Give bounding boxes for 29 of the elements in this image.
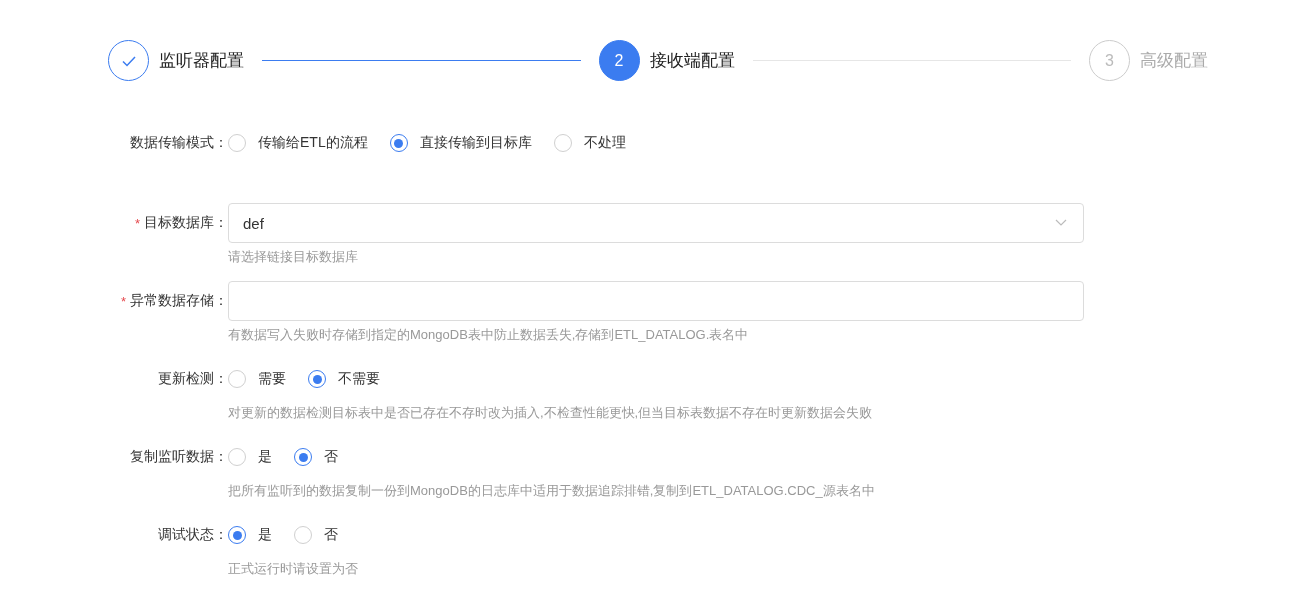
field-label: 复制监听数据： xyxy=(130,448,228,466)
radio-option[interactable]: 直接传输到目标库 xyxy=(389,134,532,152)
radio-option[interactable]: 需要 xyxy=(228,370,286,388)
step-number: 2 xyxy=(598,40,640,81)
help-text: 对更新的数据检测目标表中是否已存在不存时改为插入,不检查性能更快,但当目标表数据不存在时更新数据会失败 xyxy=(228,404,874,422)
required-mark: * xyxy=(120,293,126,309)
step-title: 接收端配置 xyxy=(649,50,735,72)
help-text: 把所有监听到的数据复制一份到MongoDB的日志库中适用于数据追踪排错,复制到ETL_DATALOG.CDC_源表名中 xyxy=(228,482,876,500)
help-text: 正式运行时请设置为否 xyxy=(228,560,359,578)
chevron-down-icon xyxy=(1055,219,1067,227)
radio-option[interactable]: 传输给ETL的流程 xyxy=(228,134,368,152)
input-field[interactable] xyxy=(228,281,1084,321)
field-label: 异常数据存储： xyxy=(130,292,228,310)
select-field[interactable]: def xyxy=(228,203,1084,243)
field-label: 更新检测： xyxy=(158,370,228,388)
help-text: 请选择链接目标数据库 xyxy=(228,248,359,266)
radio-option[interactable]: 不需要 xyxy=(308,370,380,388)
radio-option[interactable]: 是 xyxy=(228,526,272,544)
field-label: 目标数据库： xyxy=(144,214,228,232)
step-title: 高级配置 xyxy=(1140,50,1208,72)
radio-option[interactable]: 否 xyxy=(294,448,338,466)
radio-option[interactable]: 不处理 xyxy=(553,134,626,152)
step-title: 监听器配置 xyxy=(159,50,244,72)
field-label: 数据传输模式： xyxy=(130,134,228,152)
help-text: 有数据写入失败时存储到指定的MongoDB表中防止数据丢失,存储到ETL_DATALOG.表名中 xyxy=(228,326,750,344)
radio-option[interactable]: 否 xyxy=(294,526,338,544)
field-label: 调试状态： xyxy=(158,526,228,544)
required-mark: * xyxy=(134,215,140,231)
radio-option[interactable]: 是 xyxy=(228,448,272,466)
